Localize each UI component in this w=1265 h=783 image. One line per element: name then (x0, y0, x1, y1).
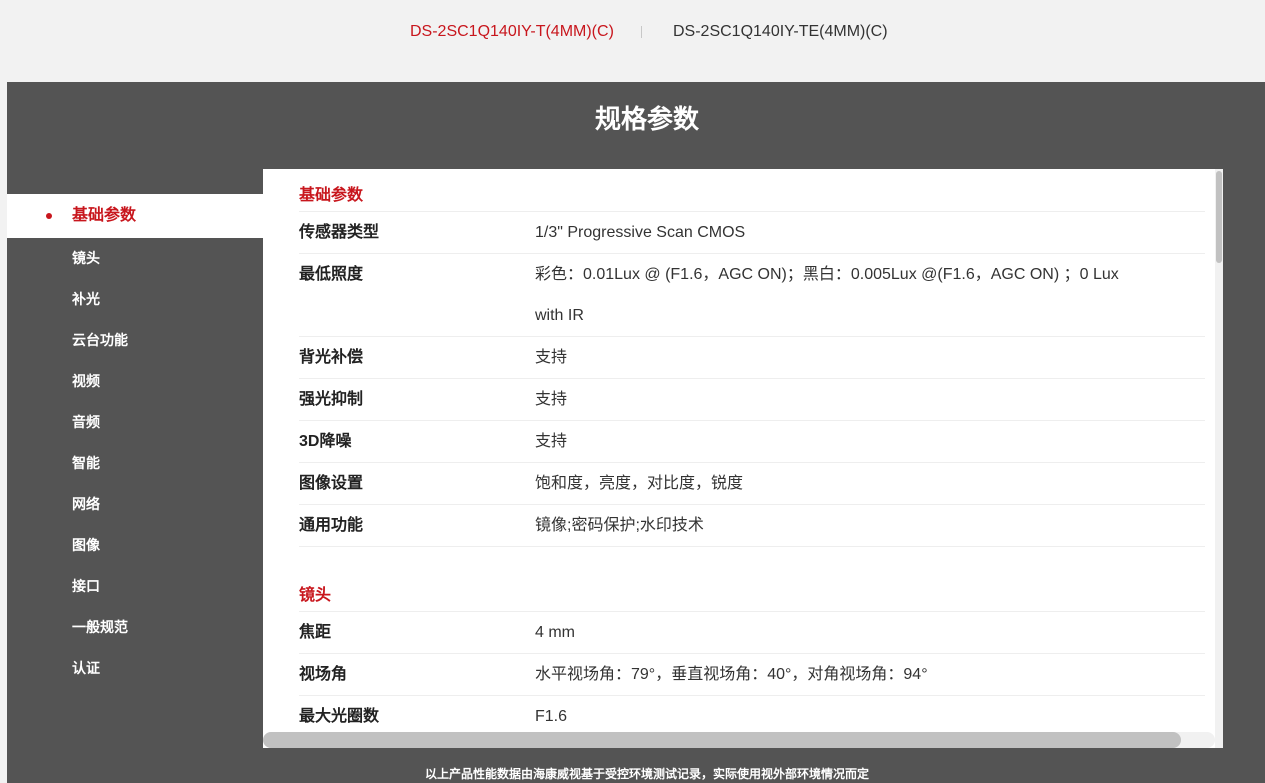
spec-label: 3D降噪 (299, 433, 352, 450)
spec-label: 传感器类型 (299, 224, 380, 241)
spec-value: 彩色：0.01Lux @ (F1.6，AGC ON)；黑白：0.005Lux @… (535, 266, 1119, 324)
spec-panel: 规格参数 基础参数 镜头 补光 云台功能 视频 音频 智能 网络 图像 接口 一… (7, 82, 1265, 783)
spec-sidebar: 基础参数 镜头 补光 云台功能 视频 音频 智能 网络 图像 接口 一般规范 认… (7, 194, 263, 689)
spec-label: 视场角 (299, 666, 348, 683)
sidebar-item-interface[interactable]: 接口 (7, 566, 263, 607)
table-row: 通用功能 镜像;密码保护;水印技术 (299, 505, 1205, 547)
tab-divider (641, 26, 642, 38)
model-tab-bar: DS-2SC1Q140IY-T(4MM)(C) DS-2SC1Q140IY-TE… (0, 0, 1265, 82)
sidebar-item-label: 基础参数 (72, 207, 137, 224)
sidebar-item-label: 网络 (72, 496, 100, 512)
horizontal-scrollbar[interactable] (263, 732, 1215, 748)
spec-value: 支持 (535, 433, 568, 450)
table-row: 图像设置 饱和度，亮度，对比度，锐度 (299, 463, 1205, 505)
spec-value: 1/3" Progressive Scan CMOS (535, 224, 746, 241)
vertical-scrollbar[interactable] (1215, 169, 1223, 748)
spec-value: 4 mm (535, 624, 575, 641)
spec-label: 焦距 (299, 624, 332, 641)
spec-value: 饱和度，亮度，对比度，锐度 (535, 475, 744, 492)
sidebar-item-ptz[interactable]: 云台功能 (7, 320, 263, 361)
spec-content[interactable]: 基础参数 传感器类型 1/3" Progressive Scan CMOS 最低… (263, 169, 1223, 748)
spec-label: 通用功能 (299, 517, 364, 534)
table-row: 3D降噪 支持 (299, 421, 1205, 463)
sidebar-item-label: 音频 (72, 414, 100, 430)
section-title: 基础参数 (299, 169, 1205, 212)
spec-value: 支持 (535, 391, 568, 408)
spec-section-lens: 镜头 焦距 4 mm 视场角 水平视场角：79°，垂直视场角：40°，对角视场角… (263, 547, 1205, 738)
sidebar-item-video[interactable]: 视频 (7, 361, 263, 402)
sidebar-item-label: 智能 (72, 455, 100, 471)
model-tab-te[interactable]: DS-2SC1Q140IY-TE(4MM)(C) (673, 22, 888, 42)
horizontal-scroll-thumb[interactable] (263, 732, 1181, 748)
spec-value: 支持 (535, 349, 568, 366)
sidebar-item-label: 认证 (72, 660, 100, 676)
spec-label: 最低照度 (299, 266, 364, 283)
spec-section-basic: 基础参数 传感器类型 1/3" Progressive Scan CMOS 最低… (263, 169, 1205, 547)
sidebar-item-audio[interactable]: 音频 (7, 402, 263, 443)
vertical-scroll-thumb[interactable] (1216, 171, 1222, 263)
spec-label: 图像设置 (299, 475, 364, 492)
table-row: 最低照度 彩色：0.01Lux @ (F1.6，AGC ON)；黑白：0.005… (299, 254, 1205, 337)
sidebar-item-basic[interactable]: 基础参数 (7, 194, 263, 238)
sidebar-item-network[interactable]: 网络 (7, 484, 263, 525)
spec-value: 镜像;密码保护;水印技术 (535, 517, 704, 534)
disclaimer-text: 以上产品性能数据由海康威视基于受控环境测试记录，实际使用视外部环境情况而定 (424, 767, 869, 781)
sidebar-item-lens[interactable]: 镜头 (7, 238, 263, 279)
sidebar-item-label: 视频 (72, 373, 100, 389)
table-row: 强光抑制 支持 (299, 379, 1205, 421)
table-row: 视场角 水平视场角：79°，垂直视场角：40°，对角视场角：94° (299, 654, 1205, 696)
sidebar-item-label: 云台功能 (72, 332, 128, 348)
page-title: 规格参数 (594, 104, 699, 134)
sidebar-item-smart[interactable]: 智能 (7, 443, 263, 484)
sidebar-item-label: 接口 (72, 578, 100, 594)
spec-label: 强光抑制 (299, 391, 364, 408)
sidebar-item-general[interactable]: 一般规范 (7, 607, 263, 648)
model-tab-t[interactable]: DS-2SC1Q140IY-T(4MM)(C) (410, 22, 614, 42)
sidebar-item-certification[interactable]: 认证 (7, 648, 263, 689)
sidebar-item-label: 图像 (72, 537, 100, 553)
active-dot-icon (46, 213, 52, 219)
spec-label: 最大光圈数 (299, 708, 380, 725)
table-row: 背光补偿 支持 (299, 337, 1205, 379)
sidebar-item-label: 补光 (72, 291, 100, 307)
sidebar-item-illumination[interactable]: 补光 (7, 279, 263, 320)
section-title: 镜头 (299, 547, 1205, 612)
spec-value: F1.6 (535, 708, 568, 725)
sidebar-item-image[interactable]: 图像 (7, 525, 263, 566)
sidebar-item-label: 一般规范 (72, 619, 128, 635)
table-row: 焦距 4 mm (299, 612, 1205, 654)
table-row: 传感器类型 1/3" Progressive Scan CMOS (299, 212, 1205, 254)
sidebar-item-label: 镜头 (72, 250, 100, 266)
spec-value: 水平视场角：79°，垂直视场角：40°，对角视场角：94° (535, 666, 928, 683)
spec-label: 背光补偿 (299, 349, 364, 366)
